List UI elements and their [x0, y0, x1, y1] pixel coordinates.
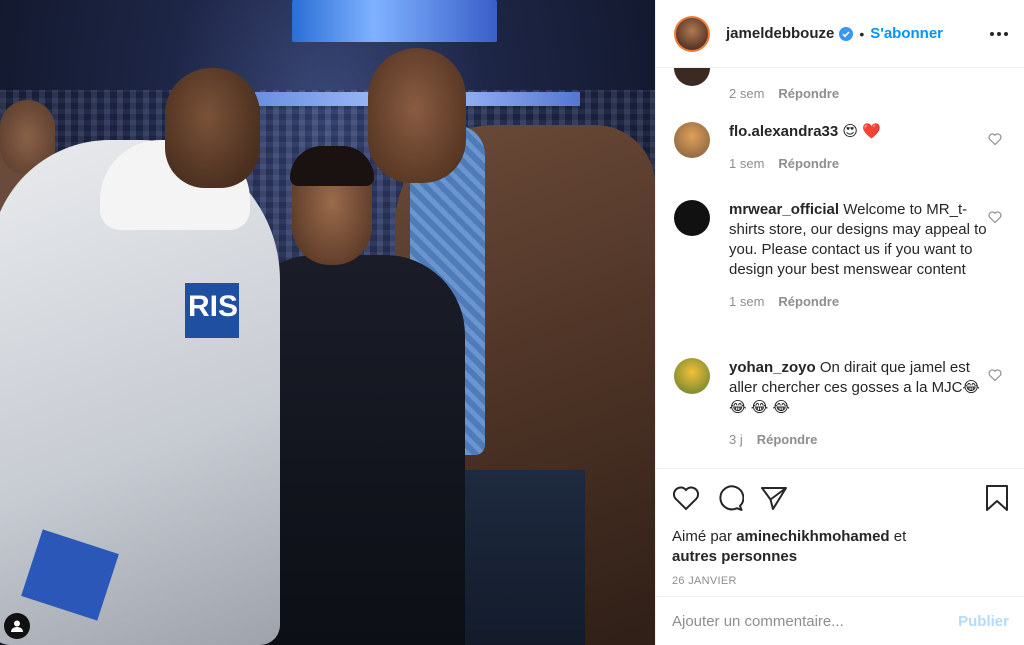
likes-others-link[interactable]: autres personnes [672, 548, 797, 565]
person-left-head [165, 68, 260, 188]
comment-like-heart-icon[interactable] [988, 210, 1002, 224]
commenter-username[interactable]: yohan_zoyo [729, 359, 816, 376]
comment-time: 1 sem [729, 156, 765, 171]
likes-summary: Aimé par aminechikhmohamed et autres per… [672, 527, 1009, 567]
comment-time: 1 sem [729, 294, 765, 309]
commenter-avatar[interactable] [674, 358, 710, 394]
post-photo[interactable]: RIS [0, 0, 655, 645]
post-date[interactable]: 26 JANVIER [672, 575, 1009, 587]
comment-body: 😍 ❤️ [842, 123, 881, 140]
comment-meta: 2 sem Répondre [729, 86, 1014, 101]
publish-button[interactable]: Publier [958, 613, 1009, 630]
commenter-avatar[interactable] [674, 68, 710, 86]
likes-middle: et [893, 528, 907, 545]
arena-screen [292, 0, 497, 42]
post-actions: Aimé par aminechikhmohamed et autres per… [656, 468, 1024, 587]
comment-item: 2 sem Répondre [674, 68, 1014, 101]
comment-item: yohan_zoyo On dirait que jamel est aller… [674, 358, 1014, 447]
verified-badge-icon [839, 26, 854, 41]
comment-text [729, 68, 989, 70]
add-comment-bar: Ajouter un commentaire... Publier [656, 596, 1024, 645]
author-avatar[interactable] [674, 15, 710, 52]
comment-text: mrwear_official Welcome to MR_t-shirts s… [729, 200, 989, 280]
share-icon[interactable] [760, 485, 788, 511]
comment-meta: 1 sem Répondre [729, 294, 1014, 309]
reply-button[interactable]: Répondre [778, 156, 839, 171]
comment-item: flo.alexandra33 😍 ❤️ 1 sem Répondre [674, 122, 1014, 171]
comment-like-heart-icon[interactable] [988, 368, 1002, 382]
follow-button[interactable]: S'abonner [870, 25, 943, 42]
author-username[interactable]: jameldebbouze [726, 25, 834, 42]
comment-icon[interactable] [716, 484, 744, 512]
person-right-jeans [445, 470, 585, 645]
user-icon [11, 620, 23, 632]
tagged-people-button[interactable] [4, 613, 30, 639]
header-separator: • [859, 25, 865, 42]
comment-time: 3 j [729, 432, 743, 447]
action-icons-row [672, 483, 1009, 513]
person-center-hair [290, 146, 374, 186]
bookmark-icon[interactable] [985, 484, 1009, 512]
comment-text: flo.alexandra33 😍 ❤️ [729, 122, 989, 142]
more-horizontal-icon[interactable] [990, 31, 1008, 36]
reply-button[interactable]: Répondre [778, 294, 839, 309]
commenter-username[interactable]: mrwear_official [729, 201, 839, 218]
person-right-head [368, 48, 466, 183]
comment-time: 2 sem [729, 86, 765, 101]
commenter-avatar[interactable] [674, 122, 710, 158]
liker-username[interactable]: aminechikhmohamed [736, 528, 889, 545]
post-header: jameldebbouze • S'abonner [656, 0, 1024, 68]
comment-meta: 3 j Répondre [729, 432, 1014, 447]
comment-input[interactable]: Ajouter un commentaire... [672, 613, 844, 630]
post-details-panel: jameldebbouze • S'abonner 2 sem Répondre … [655, 0, 1024, 645]
heart-icon[interactable] [672, 485, 700, 511]
comment-like-heart-icon[interactable] [988, 132, 1002, 146]
commenter-avatar[interactable] [674, 200, 710, 236]
reply-button[interactable]: Répondre [778, 86, 839, 101]
comment-text: yohan_zoyo On dirait que jamel est aller… [729, 358, 989, 418]
shirt-text: RIS [188, 290, 239, 323]
likes-prefix: Aimé par [672, 528, 733, 545]
comment-meta: 1 sem Répondre [729, 156, 1014, 171]
reply-button[interactable]: Répondre [757, 432, 818, 447]
commenter-username[interactable]: flo.alexandra33 [729, 123, 838, 140]
comment-item: mrwear_official Welcome to MR_t-shirts s… [674, 200, 1014, 309]
comments-list[interactable]: 2 sem Répondre flo.alexandra33 😍 ❤️ 1 sem… [656, 68, 1024, 468]
